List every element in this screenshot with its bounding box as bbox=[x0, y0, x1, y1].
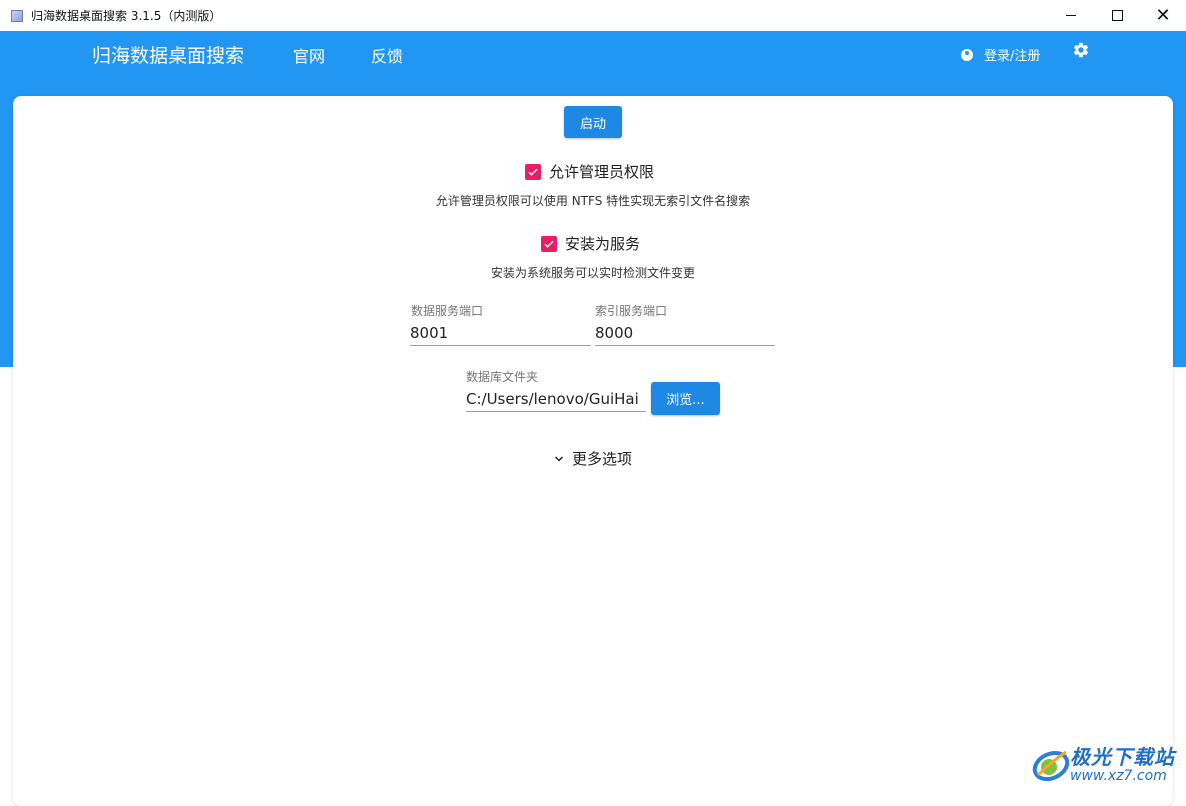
install-service-checkbox[interactable] bbox=[541, 235, 557, 252]
more-options-label: 更多选项 bbox=[572, 450, 633, 468]
window-title: 归海数据桌面搜索 3.1.5（内测版） bbox=[31, 9, 222, 23]
check-icon bbox=[544, 240, 554, 248]
gear-icon[interactable] bbox=[1072, 41, 1090, 59]
db-folder-input[interactable] bbox=[466, 387, 646, 412]
close-icon: ✕ bbox=[1155, 4, 1171, 26]
browse-button[interactable]: 浏览... bbox=[651, 382, 720, 415]
chevron-down-icon bbox=[554, 455, 564, 462]
install-service-label: 安装为服务 bbox=[565, 235, 641, 253]
watermark-url: www.xz7.com bbox=[1070, 768, 1167, 784]
nav-feedback[interactable]: 反馈 bbox=[371, 43, 403, 67]
login-register-label: 登录/注册 bbox=[984, 49, 1041, 64]
index-port-input[interactable] bbox=[595, 321, 775, 346]
window-titlebar: 归海数据桌面搜索 3.1.5（内测版） ✕ bbox=[0, 0, 1186, 32]
window-controls: ✕ bbox=[1048, 0, 1186, 31]
more-options-toggle[interactable]: 更多选项 bbox=[553, 448, 632, 469]
admin-permission-checkbox[interactable] bbox=[525, 163, 541, 180]
minimize-button[interactable] bbox=[1048, 0, 1094, 31]
start-button[interactable]: 启动 bbox=[564, 106, 622, 138]
maximize-button[interactable] bbox=[1094, 0, 1140, 31]
index-port-label: 索引服务端口 bbox=[595, 304, 668, 318]
brand-title: 归海数据桌面搜索 bbox=[92, 45, 245, 67]
data-port-label: 数据服务端口 bbox=[411, 304, 484, 318]
admin-permission-label: 允许管理员权限 bbox=[549, 163, 655, 181]
close-button[interactable]: ✕ bbox=[1140, 0, 1186, 31]
install-service-option[interactable]: 安装为服务 bbox=[541, 233, 640, 254]
admin-permission-hint: 允许管理员权限可以使用 NTFS 特性实现无索引文件名搜索 bbox=[435, 194, 751, 208]
watermark-logo bbox=[1032, 750, 1070, 782]
check-icon bbox=[528, 168, 538, 176]
maximize-icon bbox=[1111, 10, 1123, 21]
watermark-title: 极光下载站 bbox=[1070, 745, 1175, 769]
user-icon bbox=[961, 48, 973, 61]
app-icon bbox=[11, 9, 23, 22]
login-register-button[interactable]: 登录/注册 bbox=[961, 45, 1040, 64]
db-folder-label: 数据库文件夹 bbox=[466, 370, 539, 384]
data-port-input[interactable] bbox=[410, 321, 591, 346]
minimize-icon bbox=[1066, 15, 1076, 16]
watermark: 极光下载站 www.xz7.com bbox=[1030, 738, 1180, 790]
nav-official-site[interactable]: 官网 bbox=[293, 43, 325, 67]
app-header: 归海数据桌面搜索 官网 反馈 登录/注册 bbox=[0, 31, 1186, 77]
admin-permission-option[interactable]: 允许管理员权限 bbox=[525, 161, 654, 182]
install-service-hint: 安装为系统服务可以实时检测文件变更 bbox=[490, 266, 695, 280]
